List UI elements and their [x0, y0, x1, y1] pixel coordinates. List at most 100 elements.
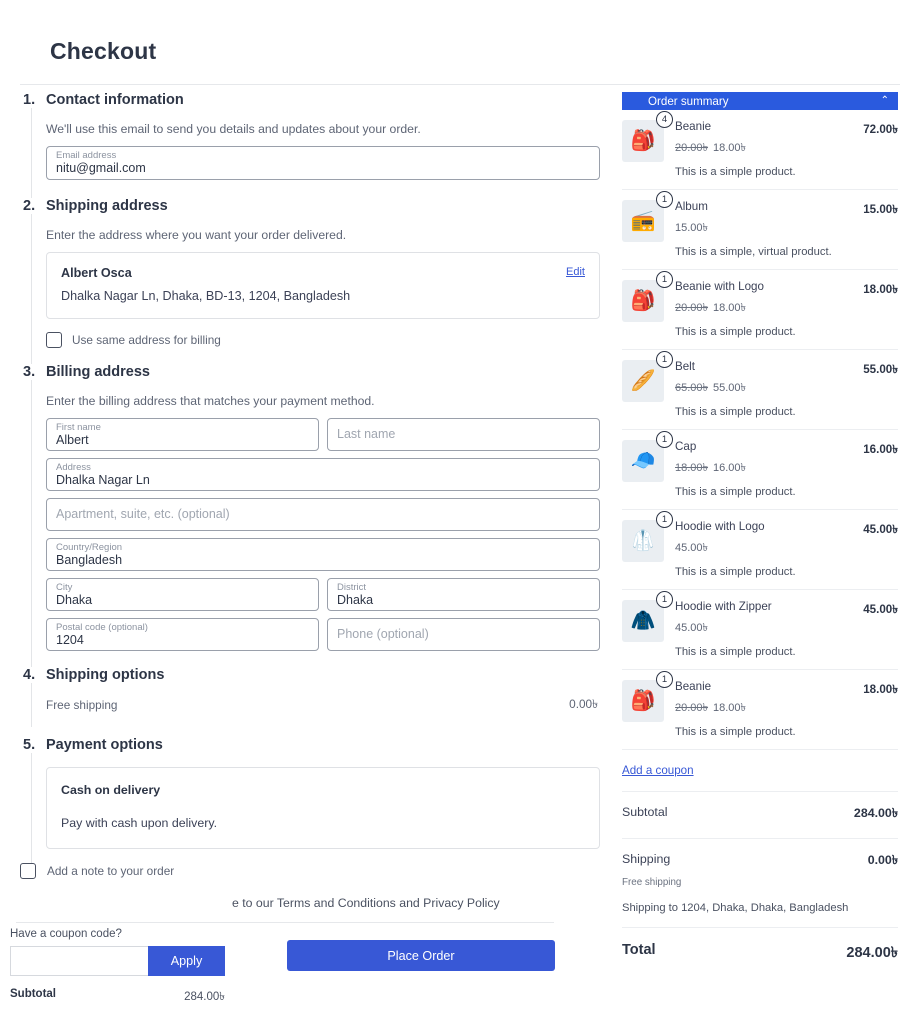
- order-item-quantity-badge: 1: [656, 271, 673, 288]
- order-item-quantity-badge: 1: [656, 431, 673, 448]
- use-same-address-row[interactable]: Use same address for billing: [46, 332, 600, 348]
- order-item-original-price: 20.00৳: [675, 302, 709, 314]
- shipping-address-name: Albert Osca: [61, 266, 132, 280]
- section-title: Billing address: [46, 364, 150, 380]
- add-note-checkbox[interactable]: [20, 863, 36, 879]
- order-item-price: 45.00৳: [675, 539, 852, 558]
- section-title: Contact information: [46, 92, 184, 108]
- order-item-price: 65.00৳ 55.00৳: [675, 379, 852, 398]
- email-field-value: nitu@gmail.com: [56, 161, 146, 175]
- payment-method-description: Pay with cash upon delivery.: [61, 816, 218, 830]
- district-label: District: [337, 582, 367, 593]
- coupon-code-input[interactable]: [10, 946, 148, 976]
- order-item-quantity-badge: 4: [656, 111, 673, 128]
- summary-shipping-value: 0.00৳: [867, 853, 898, 867]
- order-item-original-price: 20.00৳: [675, 142, 709, 154]
- order-item-quantity-badge: 1: [656, 191, 673, 208]
- payment-method-cash-on-delivery[interactable]: Cash on delivery Pay with cash upon deli…: [46, 767, 600, 849]
- checkout-main-column: Checkout 1. Contact information We'll us…: [0, 0, 600, 971]
- product-image: 📻: [622, 200, 664, 242]
- summary-subtotal-value: 284.00৳: [853, 806, 898, 820]
- order-item-description: This is a simple product.: [675, 486, 796, 498]
- address-field[interactable]: Address Dhalka Nagar Ln: [46, 458, 600, 491]
- postal-code-value: 1204: [56, 633, 84, 647]
- summary-total-value: 284.00৳: [846, 945, 898, 961]
- order-summary-title: Order summary: [648, 94, 729, 108]
- section-number: 4.: [23, 667, 36, 683]
- order-item-name: Beanie: [675, 120, 712, 133]
- product-image: 🧢: [622, 440, 664, 482]
- order-item-price: 15.00৳: [675, 219, 852, 238]
- order-item-current-price: 16.00৳: [713, 462, 747, 474]
- phone-field[interactable]: Phone (optional): [327, 618, 600, 651]
- page-title: Checkout: [50, 38, 157, 64]
- terms-and-conditions-text: e to our Terms and Conditions and Privac…: [232, 896, 500, 910]
- section-payment-options: 5. Payment options Cash on delivery Pay …: [0, 737, 600, 863]
- section-billing-address: 3. Billing address Enter the billing add…: [0, 364, 600, 667]
- shipping-option-price: 0.00৳: [569, 697, 598, 711]
- add-a-coupon-link[interactable]: Add a coupon: [622, 750, 898, 792]
- district-value: Dhaka: [337, 593, 374, 607]
- order-item-details: Hoodie with Zipper 45.00৳ This is a simple…: [675, 600, 852, 658]
- product-image: 🎒: [622, 280, 664, 322]
- order-item-name: Beanie: [675, 680, 712, 693]
- order-item-description: This is a simple, virtual product.: [675, 246, 832, 258]
- order-summary-header[interactable]: Order summary ⌃: [622, 92, 898, 110]
- chevron-up-icon[interactable]: ⌃: [881, 96, 889, 106]
- city-label: City: [56, 582, 73, 593]
- order-item-description: This is a simple product.: [675, 726, 796, 738]
- order-item-details: Hoodie with Logo 45.00৳ This is a simple p…: [675, 520, 852, 578]
- order-item-price: 20.00৳ 18.00৳: [675, 299, 852, 318]
- order-item-line-total: 72.00৳: [863, 123, 898, 136]
- use-same-address-label: Use same address for billing: [72, 333, 221, 347]
- coupon-subtotal-value: 284.00৳: [184, 991, 225, 1003]
- order-item-name: Hoodie with Zipper: [675, 600, 772, 613]
- last-name-field[interactable]: Last name: [327, 418, 600, 451]
- order-summary-panel: Order summary ⌃ 🎒 4 Beanie 20.00৳ 18.00৳ This…: [622, 92, 898, 966]
- email-field[interactable]: Email address nitu@gmail.com: [46, 146, 600, 180]
- order-item-details: Album 15.00৳ This is a simple, virtual pro…: [675, 200, 852, 258]
- order-item-name: Beanie with Logo: [675, 280, 764, 293]
- order-item-current-price: 15.00৳: [675, 222, 709, 234]
- order-item-quantity-badge: 1: [656, 511, 673, 528]
- summary-subtotal-label: Subtotal: [622, 805, 668, 819]
- section-description: We'll use this email to send you details…: [46, 122, 421, 136]
- order-item-description: This is a simple product.: [675, 326, 796, 338]
- order-item-line-total: 18.00৳: [863, 283, 898, 296]
- apply-coupon-button[interactable]: Apply: [148, 946, 225, 976]
- apartment-field[interactable]: Apartment, suite, etc. (optional): [46, 498, 600, 531]
- order-item-current-price: 55.00৳: [713, 382, 747, 394]
- country-region-field[interactable]: Country/Region Bangladesh: [46, 538, 600, 571]
- first-name-value: Albert: [56, 433, 89, 447]
- section-number: 5.: [23, 737, 36, 753]
- order-item-details: Cap 18.00৳ 16.00৳ This is a simple product.: [675, 440, 852, 498]
- country-region-value: Bangladesh: [56, 553, 123, 567]
- postal-code-field[interactable]: Postal code (optional) 1204: [46, 618, 319, 651]
- apartment-placeholder: Apartment, suite, etc. (optional): [56, 507, 230, 521]
- section-number: 2.: [23, 198, 36, 214]
- summary-total-label: Total: [622, 942, 656, 958]
- order-item-current-price: 45.00৳: [675, 622, 709, 634]
- use-same-address-checkbox[interactable]: [46, 332, 62, 348]
- country-region-label: Country/Region: [56, 542, 123, 553]
- shipping-address-line: Dhalka Nagar Ln, Dhaka, BD-13, 1204, Ban…: [61, 289, 351, 303]
- city-field[interactable]: City Dhaka: [46, 578, 319, 611]
- checkout-page: Checkout 1. Contact information We'll us…: [0, 0, 920, 1024]
- edit-shipping-address-link[interactable]: Edit: [566, 266, 585, 278]
- summary-shipping-method: Free shipping: [622, 877, 682, 888]
- add-note-row[interactable]: Add a note to your order: [0, 863, 600, 879]
- order-item-thumbnail-wrap: 📻 1: [622, 191, 673, 258]
- district-field[interactable]: District Dhaka: [327, 578, 600, 611]
- order-item-name: Hoodie with Logo: [675, 520, 765, 533]
- product-image: 🎒: [622, 680, 664, 722]
- place-order-button[interactable]: Place Order: [287, 940, 555, 971]
- section-heading: 1. Contact information: [0, 92, 600, 108]
- section-number: 1.: [23, 92, 36, 108]
- order-item-price: 18.00৳ 16.00৳: [675, 459, 852, 478]
- section-description: Enter the billing address that matches y…: [46, 394, 375, 408]
- order-item: 📻 1 Album 15.00৳ This is a simple, virtual p…: [622, 190, 898, 270]
- order-item-original-price: 18.00৳: [675, 462, 709, 474]
- shipping-option-row[interactable]: Free shipping 0.00৳: [46, 683, 600, 727]
- address-value: Dhalka Nagar Ln: [56, 473, 150, 487]
- first-name-field[interactable]: First name Albert: [46, 418, 319, 451]
